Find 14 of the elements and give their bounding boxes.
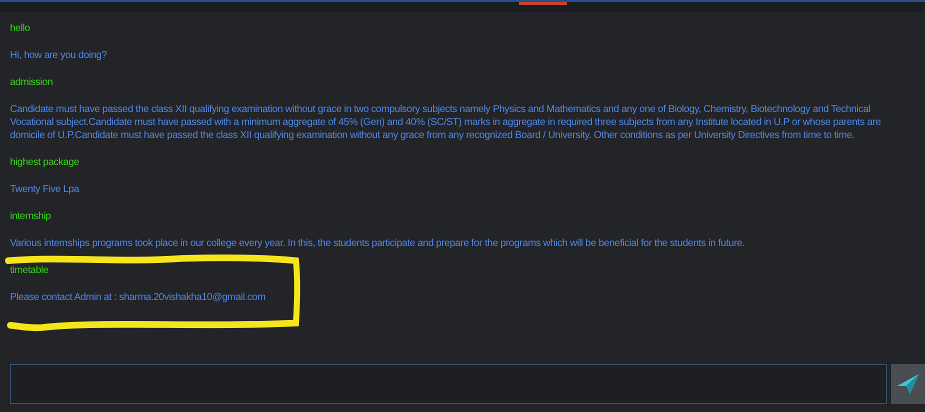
user-message: timetable [10, 264, 50, 277]
send-icon [896, 373, 920, 395]
send-button[interactable] [891, 364, 925, 404]
user-message: highest package [10, 156, 80, 169]
user-message: admission [10, 76, 54, 89]
message-input[interactable] [10, 364, 887, 404]
user-message: internship [10, 210, 52, 223]
bot-message: Please contact Admin at : sharma.20vishakha10@gmail.com [10, 291, 266, 304]
bot-message: Candidate must have passed the class XII qualifying examination without grace in two compulsory subjects namely Physics and Mathematics and any one of Biology, Chemistry, Biotechnology and Technical Vocational subject.Candidate must have passed with a minimum aggregate of 45% (Gen) and 40% (SC/ST) marks in aggregate in required three subjects from any Institute located in U.P or whose parents are domicile of U.P.Candidate must have passed the class XII qualifying examination without any grace from any recognized Board / University. Other conditions as per University Directives from time to time. [10, 103, 882, 142]
user-message: hello [10, 22, 31, 35]
tab-indicator [518, 2, 566, 5]
bot-message: Various internships programs took place in our college every year. In this, the students participate and prepare for the programs which will be beneficial for the students in future. [10, 237, 746, 250]
bot-message: Hi, how are you doing? [10, 49, 108, 62]
bot-message: Twenty Five Lpa [10, 183, 80, 196]
